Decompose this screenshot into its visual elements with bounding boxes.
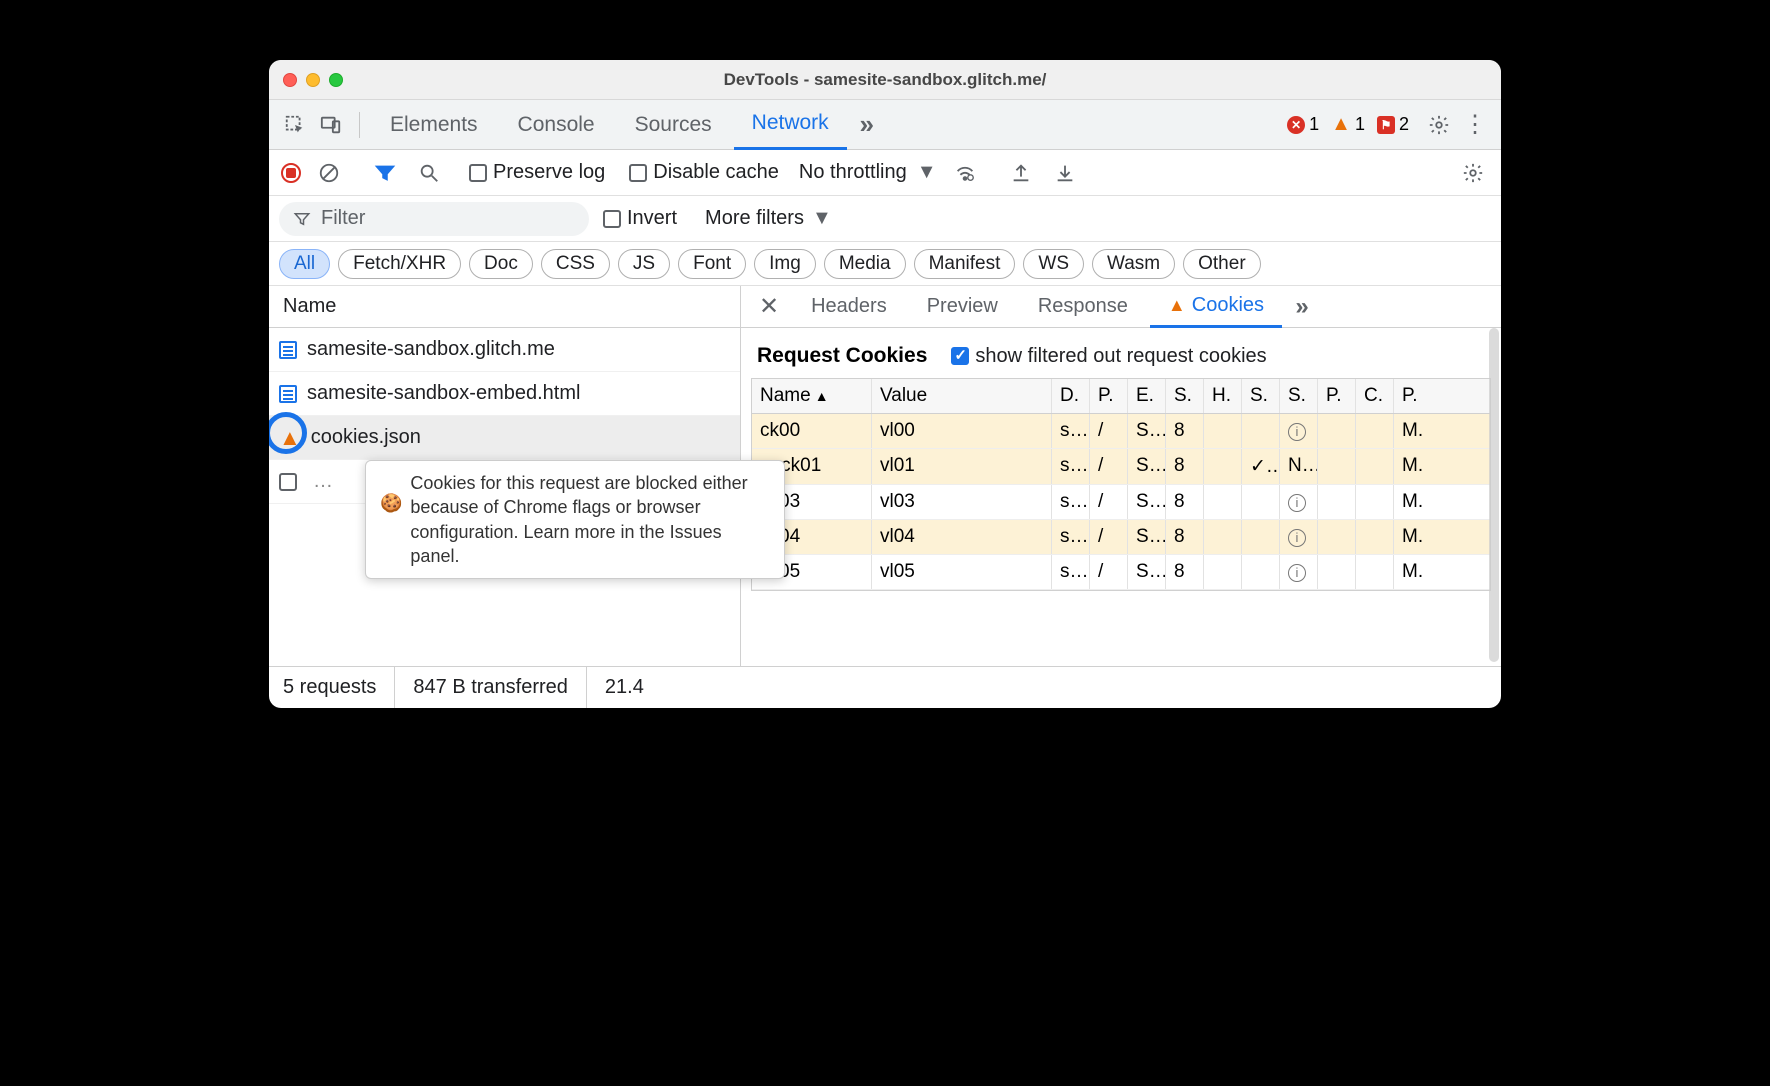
main-toolbar: Elements Console Sources Network » ✕1 ▲1…	[269, 100, 1501, 150]
tab-preview[interactable]: Preview	[909, 286, 1016, 328]
request-list-panel: Name samesite-sandbox.glitch.me samesite-…	[269, 286, 741, 666]
request-name: samesite-sandbox-embed.html	[307, 382, 580, 405]
info-icon: i	[1288, 423, 1306, 441]
throttling-select[interactable]: No throttling ▼	[799, 161, 937, 184]
tab-response[interactable]: Response	[1020, 286, 1146, 328]
detail-tabs: ✕ Headers Preview Response ▲ Cookies »	[741, 286, 1501, 328]
tab-sources[interactable]: Sources	[617, 100, 730, 150]
cookie-row[interactable]: ▲ ck01vl01s…/S..8✓.N..M.	[752, 449, 1490, 485]
chip-all[interactable]: All	[279, 249, 330, 279]
cookie-row[interactable]: ck04vl04s…/S..8iM.	[752, 520, 1490, 555]
cookie-row[interactable]: ck05vl05s…/S..8iM.	[752, 555, 1490, 590]
cookie-row[interactable]: ck03vl03s…/S..8iM.	[752, 485, 1490, 520]
status-transferred: 847 B transferred	[395, 667, 587, 708]
warning-icon: ▲	[279, 425, 301, 451]
network-conditions-icon[interactable]	[949, 157, 981, 189]
inspect-icon[interactable]	[279, 109, 311, 141]
chevron-down-icon: ▼	[917, 161, 937, 184]
tab-cookies[interactable]: ▲ Cookies	[1150, 286, 1282, 328]
status-bar: 5 requests 847 B transferred 21.4	[269, 666, 1501, 708]
warning-count: 1	[1355, 114, 1365, 135]
search-icon[interactable]	[413, 157, 445, 189]
warning-icon: ▲	[1168, 295, 1186, 316]
invert-checkbox[interactable]: Invert	[603, 207, 677, 230]
request-detail-panel: ✕ Headers Preview Response ▲ Cookies » R…	[741, 286, 1501, 666]
more-detail-tabs-icon[interactable]: »	[1286, 291, 1318, 323]
tab-elements[interactable]: Elements	[372, 100, 496, 150]
window-title: DevTools - samesite-sandbox.glitch.me/	[269, 70, 1501, 90]
settings-icon[interactable]	[1423, 109, 1455, 141]
chevron-down-icon: ▼	[812, 207, 832, 230]
close-detail-button[interactable]: ✕	[749, 292, 789, 321]
show-filtered-checkbox[interactable]: show filtered out request cookies	[951, 345, 1266, 368]
status-requests: 5 requests	[283, 667, 395, 708]
error-icon: ✕	[1287, 116, 1305, 134]
chip-css[interactable]: CSS	[541, 249, 610, 279]
preserve-log-checkbox[interactable]: Preserve log	[469, 161, 605, 184]
filter-input[interactable]: Filter	[279, 202, 589, 236]
chip-doc[interactable]: Doc	[469, 249, 533, 279]
filter-toggle-icon[interactable]	[369, 157, 401, 189]
window-maximize-button[interactable]	[329, 73, 343, 87]
kebab-menu-icon[interactable]: ⋮	[1459, 109, 1491, 141]
chip-fetch-xhr[interactable]: Fetch/XHR	[338, 249, 461, 279]
issues-count: 2	[1399, 114, 1409, 135]
chip-manifest[interactable]: Manifest	[914, 249, 1016, 279]
chip-img[interactable]: Img	[754, 249, 816, 279]
tab-console[interactable]: Console	[500, 100, 613, 150]
chip-other[interactable]: Other	[1183, 249, 1261, 279]
document-icon	[279, 385, 297, 403]
chip-wasm[interactable]: Wasm	[1092, 249, 1175, 279]
record-button[interactable]	[281, 163, 301, 183]
issues-icon: ⚑	[1377, 116, 1395, 134]
info-icon: i	[1288, 564, 1306, 582]
resource-type-chips: All Fetch/XHR Doc CSS JS Font Img Media Manifest…	[269, 242, 1501, 286]
content-area: Name samesite-sandbox.glitch.me samesite-…	[269, 286, 1501, 666]
upload-har-icon[interactable]	[1005, 157, 1037, 189]
cookies-blocked-tooltip: 🍪 Cookies for this request are blocked e…	[365, 460, 785, 579]
info-icon: i	[1288, 529, 1306, 547]
request-row[interactable]: samesite-sandbox-embed.html	[269, 372, 740, 416]
tooltip-text: Cookies for this request are blocked eit…	[410, 471, 770, 568]
scrollbar[interactable]	[1489, 328, 1499, 662]
download-har-icon[interactable]	[1049, 157, 1081, 189]
chip-ws[interactable]: WS	[1023, 249, 1084, 279]
network-settings-icon[interactable]	[1457, 157, 1489, 189]
disable-cache-checkbox[interactable]: Disable cache	[629, 161, 779, 184]
request-name: samesite-sandbox.glitch.me	[307, 338, 555, 361]
titlebar: DevTools - samesite-sandbox.glitch.me/	[269, 60, 1501, 100]
window-minimize-button[interactable]	[306, 73, 320, 87]
clear-button[interactable]	[313, 157, 345, 189]
network-toolbar: Preserve log Disable cache No throttling…	[269, 150, 1501, 196]
checkbox-icon	[279, 473, 297, 491]
cookie-emoji-icon: 🍪	[380, 491, 402, 515]
document-icon	[279, 341, 297, 359]
window-close-button[interactable]	[283, 73, 297, 87]
filter-bar: Filter Invert More filters ▼	[269, 196, 1501, 242]
more-tabs-icon[interactable]: »	[851, 109, 883, 141]
error-count: 1	[1309, 114, 1319, 135]
cookie-table: Name▲ Value D. P. E. S. H. S. S. P. C. P…	[751, 378, 1491, 591]
request-cookies-heading: Request Cookies	[757, 344, 927, 368]
tab-headers[interactable]: Headers	[793, 286, 905, 328]
request-row[interactable]: samesite-sandbox.glitch.me	[269, 328, 740, 372]
cookie-row[interactable]: ck00vl00s…/S..8iM.	[752, 414, 1490, 449]
device-toggle-icon[interactable]	[315, 109, 347, 141]
cookie-table-header[interactable]: Name▲ Value D. P. E. S. H. S. S. P. C. P…	[752, 379, 1490, 414]
request-name: cookies.json	[311, 426, 421, 449]
info-icon: i	[1288, 494, 1306, 512]
status-time: 21.4	[587, 667, 662, 708]
tab-network[interactable]: Network	[734, 100, 847, 150]
warning-icon: ▲	[1331, 113, 1351, 136]
issue-badges[interactable]: ✕1 ▲1 ⚑2	[1287, 113, 1409, 136]
chip-font[interactable]: Font	[678, 249, 746, 279]
chip-media[interactable]: Media	[824, 249, 906, 279]
more-filters-dropdown[interactable]: More filters ▼	[705, 207, 832, 230]
request-list-header[interactable]: Name	[269, 286, 740, 328]
chip-js[interactable]: JS	[618, 249, 670, 279]
request-row[interactable]: ▲ cookies.json	[269, 416, 740, 460]
